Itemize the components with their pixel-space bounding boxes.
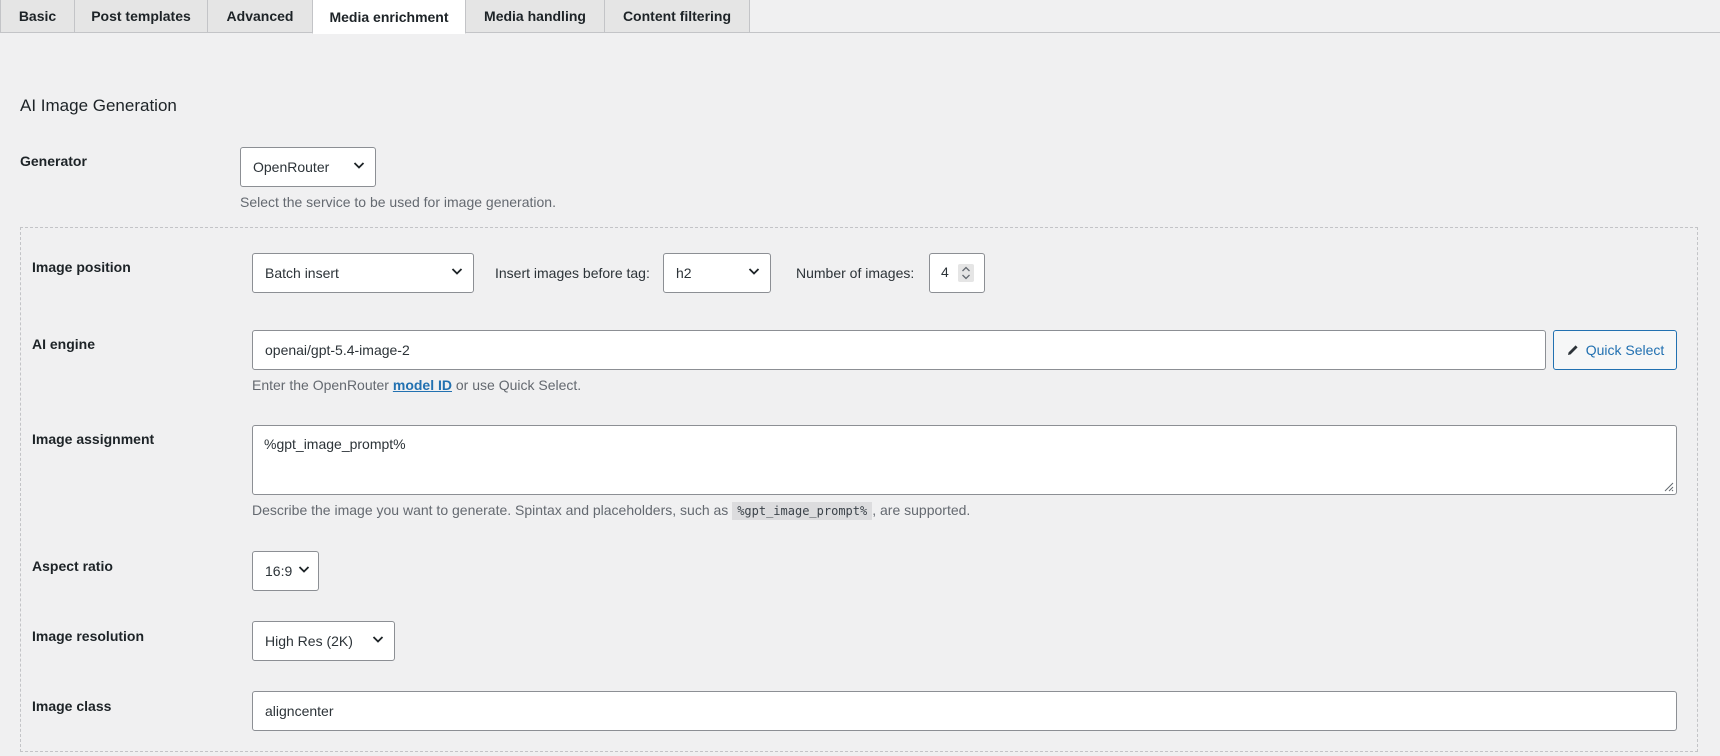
- image-assignment-label: Image assignment: [32, 431, 155, 447]
- chevron-down-icon: [451, 268, 463, 275]
- image-position-select[interactable]: Batch insert: [252, 253, 474, 293]
- image-class-value: aligncenter: [265, 703, 334, 719]
- resize-handle-icon[interactable]: [1662, 480, 1674, 492]
- chevron-down-icon: [372, 636, 384, 643]
- quick-select-button[interactable]: Quick Select: [1553, 330, 1677, 370]
- number-of-images-value: 4: [941, 264, 949, 280]
- generator-description: Select the service to be used for image …: [240, 194, 556, 210]
- image-resolution-select[interactable]: High Res (2K): [252, 621, 395, 661]
- image-assignment-textarea[interactable]: %gpt_image_prompt%: [252, 425, 1677, 495]
- before-tag-value: h2: [676, 265, 692, 281]
- aspect-ratio-select[interactable]: 16:9: [252, 551, 319, 591]
- aspect-ratio-value: 16:9: [265, 563, 293, 579]
- image-resolution-value: High Res (2K): [265, 633, 353, 649]
- ai-engine-value: openai/gpt-5.4-image-2: [265, 342, 410, 358]
- tab-media-enrichment[interactable]: Media enrichment: [312, 0, 466, 34]
- pencil-icon: [1567, 345, 1578, 355]
- tab-advanced[interactable]: Advanced: [207, 0, 313, 33]
- image-assignment-value: %gpt_image_prompt%: [264, 436, 406, 452]
- generator-label: Generator: [20, 153, 87, 169]
- quick-select-label: Quick Select: [1585, 342, 1665, 358]
- aspect-ratio-label: Aspect ratio: [32, 558, 113, 574]
- settings-tabs: Basic Post templates Advanced Media enri…: [0, 0, 1720, 34]
- image-class-label: Image class: [32, 698, 112, 714]
- ai-engine-desc-suffix: or use Quick Select.: [455, 377, 582, 393]
- image-class-input[interactable]: aligncenter: [252, 691, 1677, 731]
- image-position-value: Batch insert: [265, 265, 339, 281]
- chevron-down-icon: [353, 162, 365, 169]
- image-assignment-desc-suffix: , are supported.: [872, 502, 971, 518]
- ai-engine-input[interactable]: openai/gpt-5.4-image-2: [252, 330, 1546, 370]
- chevron-down-icon: [748, 268, 760, 275]
- image-position-label: Image position: [32, 259, 131, 275]
- tab-basic[interactable]: Basic: [0, 0, 75, 33]
- before-tag-label: Insert images before tag:: [495, 265, 650, 281]
- number-of-images-label: Number of images:: [796, 265, 915, 281]
- ai-engine-label: AI engine: [32, 336, 96, 352]
- model-id-link[interactable]: model ID: [393, 377, 452, 393]
- section-title: AI Image Generation: [20, 96, 177, 115]
- generator-select[interactable]: OpenRouter: [240, 147, 376, 187]
- spinner-arrows-icon[interactable]: [958, 264, 974, 282]
- image-assignment-desc-prefix: Describe the image you want to generate.…: [252, 502, 729, 518]
- ai-engine-description: Enter the OpenRouter model ID or use Qui…: [252, 377, 581, 393]
- placeholder-code: %gpt_image_prompt%: [732, 502, 873, 520]
- generator-select-value: OpenRouter: [253, 159, 330, 175]
- before-tag-select[interactable]: h2: [663, 253, 771, 293]
- number-of-images-input[interactable]: 4: [929, 253, 985, 293]
- tab-post-templates[interactable]: Post templates: [74, 0, 208, 33]
- tab-content-filtering[interactable]: Content filtering: [604, 0, 750, 33]
- ai-engine-desc-prefix: Enter the OpenRouter: [252, 377, 389, 393]
- tab-media-handling[interactable]: Media handling: [465, 0, 605, 33]
- image-resolution-label: Image resolution: [32, 628, 145, 644]
- image-assignment-description: Describe the image you want to generate.…: [252, 502, 971, 520]
- chevron-down-icon: [298, 566, 310, 573]
